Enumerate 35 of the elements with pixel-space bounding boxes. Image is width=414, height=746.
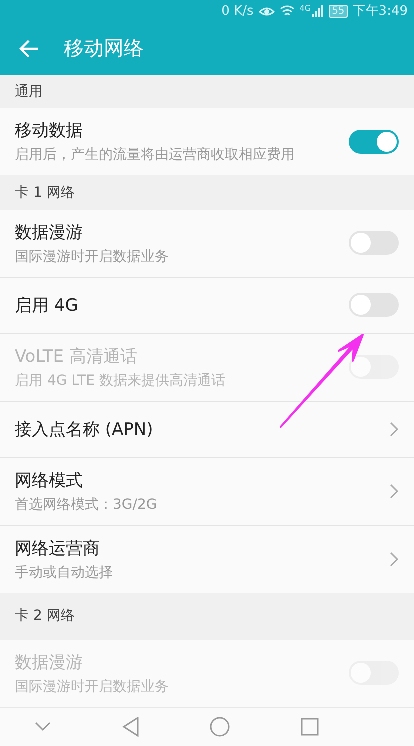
- setting-title: 网络运营商: [15, 538, 101, 560]
- signal-icon: [312, 5, 324, 18]
- chevron-right-icon[interactable]: [390, 422, 399, 437]
- battery-level: 55: [329, 4, 348, 18]
- toggle-switch[interactable]: [349, 231, 399, 256]
- section-header: 卡 2 网络: [0, 592, 414, 640]
- setting-title: 启用 4G: [15, 294, 80, 317]
- clock: 下午3:49: [352, 3, 408, 20]
- setting-description: 手动或自动选择: [15, 564, 114, 582]
- page-title: 移动网络: [64, 35, 144, 62]
- setting-title: 网络模式: [15, 470, 84, 492]
- setting-description: 启用 4G LTE 数据来提供高清通话: [15, 372, 226, 390]
- chevron-right-icon[interactable]: [390, 484, 399, 499]
- setting-title: VoLTE 高清通话: [15, 346, 138, 368]
- eye-icon: [258, 5, 275, 18]
- setting-title: 移动数据: [15, 120, 84, 142]
- network-speed: 0 K/s: [222, 4, 254, 19]
- recents-button[interactable]: [298, 716, 321, 738]
- section-header: 卡 1 网络: [0, 175, 414, 210]
- setting-description: 启用后，产生的流量将由运营商收取相应费用: [15, 146, 296, 164]
- network-type: 4G: [300, 4, 312, 13]
- section-header: 通用: [0, 74, 414, 108]
- toggle-switch[interactable]: [349, 130, 399, 154]
- chevron-right-icon[interactable]: [390, 552, 399, 567]
- toggle-switch[interactable]: [349, 293, 399, 318]
- collapse-button[interactable]: [33, 720, 54, 734]
- setting-description: 首选网络模式：3G/2G: [15, 496, 158, 514]
- setting-description: 国际漫游时开启数据业务: [15, 678, 170, 696]
- setting-description: 国际漫游时开启数据业务: [15, 248, 170, 266]
- setting-title: 接入点名称 (APN): [15, 418, 154, 441]
- home-button[interactable]: [208, 714, 232, 739]
- back-arrow-icon: [18, 38, 40, 60]
- setting-title: 数据漫游: [15, 222, 84, 244]
- wifi-icon: [280, 5, 295, 18]
- setting-title: 数据漫游: [15, 652, 84, 674]
